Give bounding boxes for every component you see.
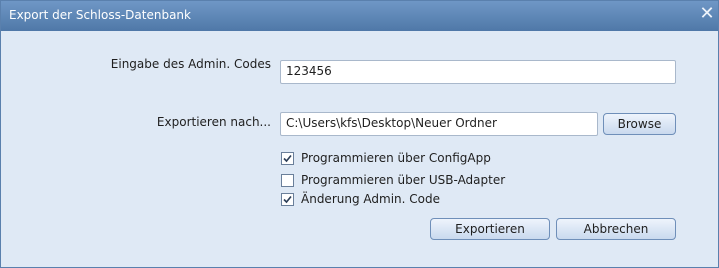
checkbox-box[interactable] xyxy=(281,174,294,187)
cancel-button[interactable]: Abbrechen xyxy=(556,218,676,240)
option-configapp-label: Programmieren über ConfigApp xyxy=(301,151,491,165)
export-path-input[interactable]: C:\Users\kfs\Desktop\Neuer Ordner xyxy=(280,112,598,136)
admin-code-label: Eingabe des Admin. Codes xyxy=(110,57,271,71)
dialog-body: Eingabe des Admin. Codes 123456 Exportie… xyxy=(1,31,718,267)
window-title: Export der Schloss-Datenbank xyxy=(9,8,191,22)
option-usb-adapter-label: Programmieren über USB-Adapter xyxy=(301,173,506,187)
admin-code-input[interactable]: 123456 xyxy=(280,60,676,84)
export-path-label: Exportieren nach... xyxy=(156,115,271,129)
checkmark-icon xyxy=(283,154,292,163)
close-icon[interactable]: ✕ xyxy=(698,4,716,24)
option-admin-code-change-label: Änderung Admin. Code xyxy=(301,192,440,206)
browse-button[interactable]: Browse xyxy=(603,113,676,135)
checkbox-box[interactable] xyxy=(281,193,294,206)
checkbox-box[interactable] xyxy=(281,152,294,165)
title-bar[interactable]: Export der Schloss-Datenbank ✕ xyxy=(1,1,718,31)
export-dialog: Export der Schloss-Datenbank ✕ Eingabe d… xyxy=(0,0,719,268)
export-button[interactable]: Exportieren xyxy=(430,218,550,240)
checkmark-icon xyxy=(283,195,292,204)
